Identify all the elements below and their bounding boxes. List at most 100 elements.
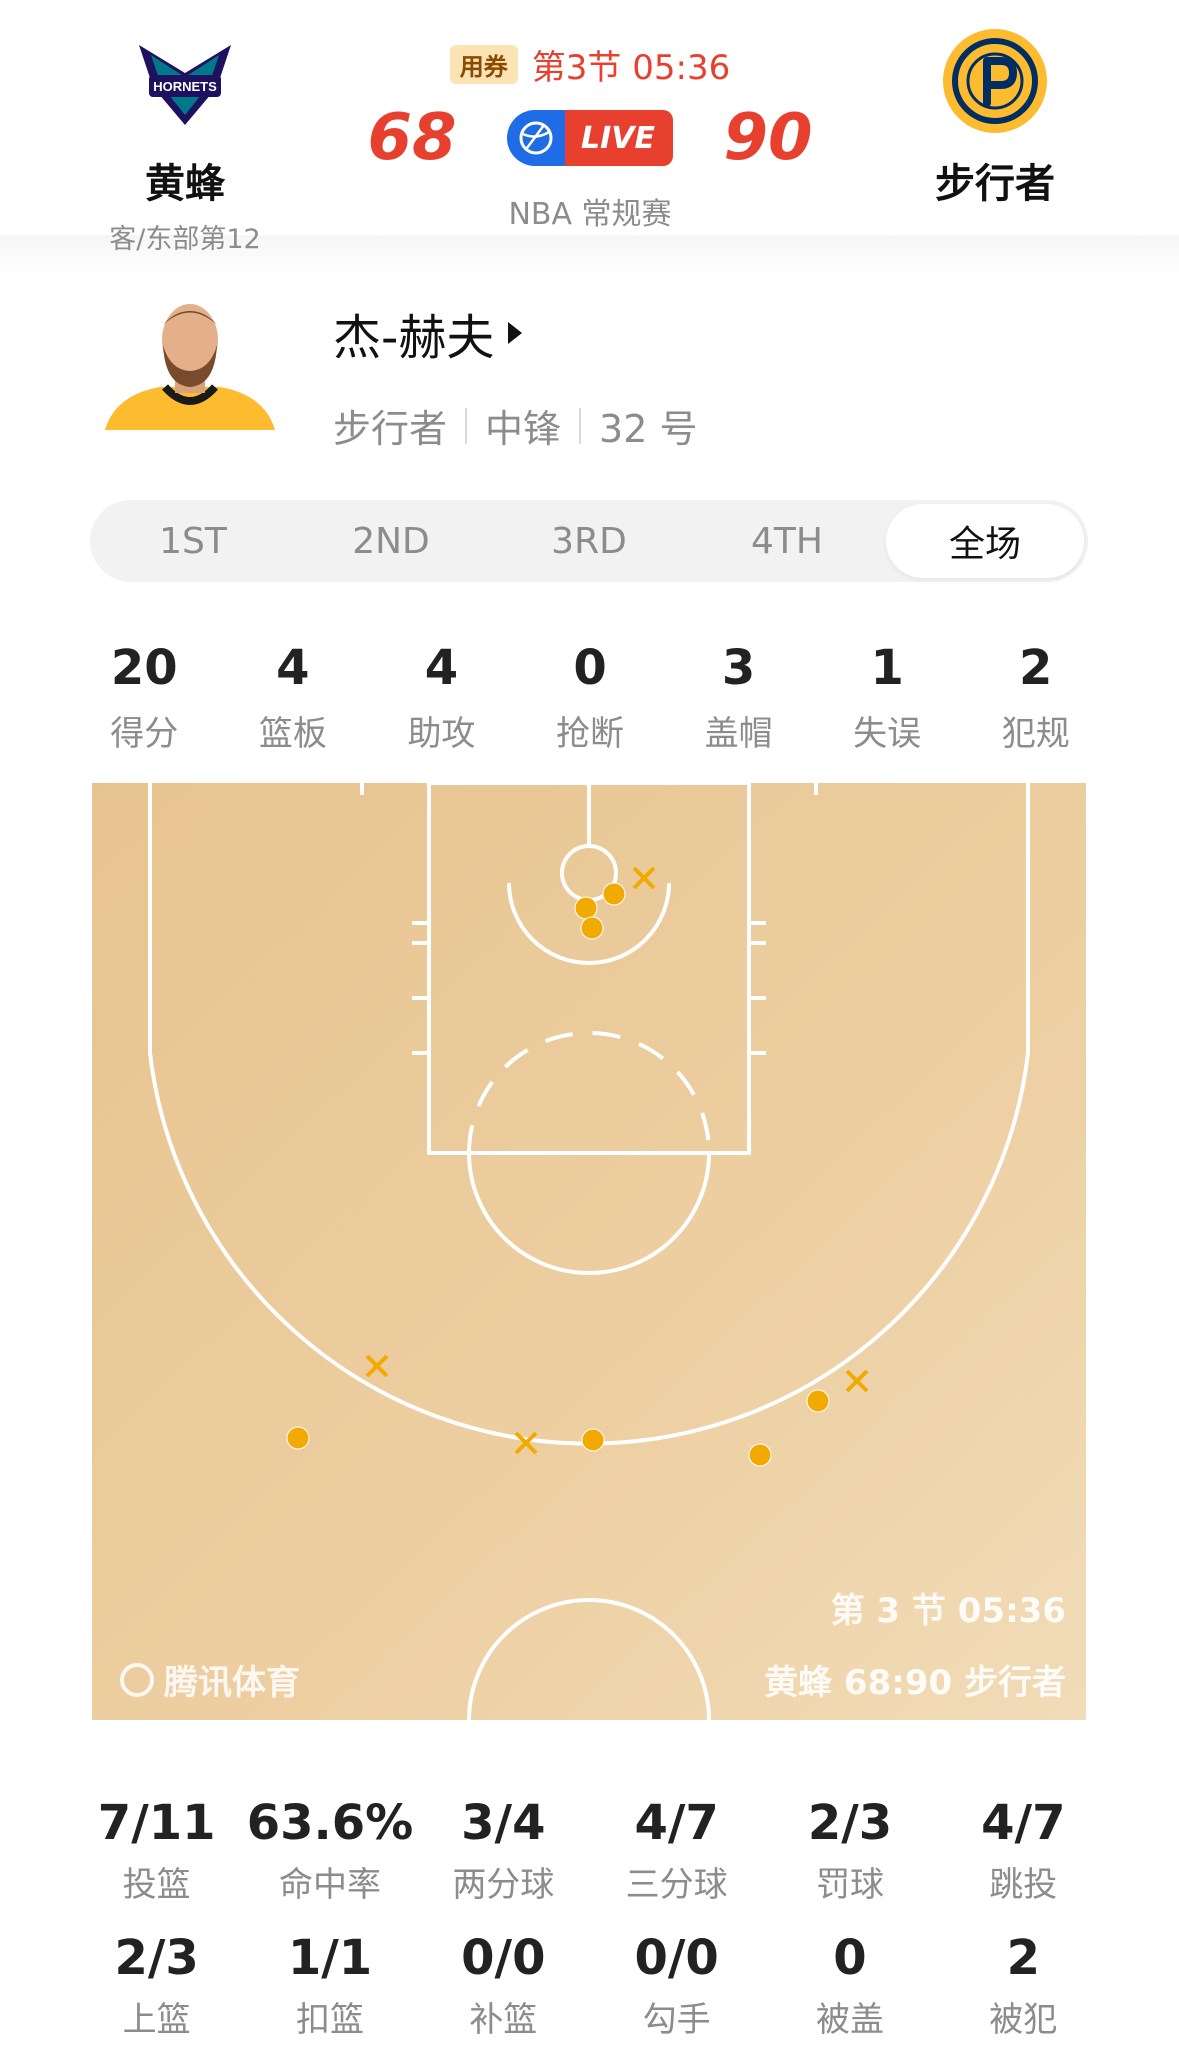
- shot-label: 三分球: [625, 1865, 728, 1905]
- stat-value: 2: [1019, 640, 1053, 696]
- shot-label: 罚球: [815, 1865, 884, 1905]
- shot-value: 2/3: [807, 1795, 893, 1851]
- shot-value: 63.6%: [246, 1795, 414, 1851]
- made-shot-dot[interactable]: [574, 896, 598, 920]
- shot-label: 命中率: [278, 1865, 381, 1905]
- stat-steals: 0 抢断: [516, 640, 665, 755]
- player-team: 步行者: [333, 407, 448, 451]
- svg-text:HORNETS: HORNETS: [153, 79, 217, 94]
- away-team[interactable]: HORNETS 黄蜂 客/东部第12: [65, 25, 305, 256]
- shot-jump-shots: 4/7 跳投: [937, 1795, 1110, 1906]
- shot-label: 跳投: [989, 1865, 1058, 1905]
- shot-blocked: 0 被盖: [763, 1930, 936, 2041]
- tencent-sports-watermark: 腾讯体育: [120, 1655, 300, 1704]
- game-header: HORNETS 黄蜂 客/东部第12 用券 第3节 05:36 68 LIVE …: [0, 0, 1179, 275]
- away-team-name: 黄蜂: [145, 161, 225, 207]
- basketball-icon: [507, 110, 565, 166]
- tab-4th[interactable]: 4TH: [688, 504, 886, 578]
- player-position: 中锋: [485, 407, 562, 451]
- tab-2nd[interactable]: 2ND: [292, 504, 490, 578]
- coupon-badge[interactable]: 用券: [449, 45, 518, 84]
- player-number: 32 号: [599, 407, 698, 451]
- shot-field-goals: 7/11 投篮: [70, 1795, 243, 1906]
- divider: [579, 407, 582, 444]
- game-type: NBA 常规赛: [508, 197, 672, 232]
- shot-percentage: 63.6% 命中率: [243, 1795, 416, 1906]
- pacers-logo-icon: [943, 29, 1047, 133]
- home-team[interactable]: 步行者: [875, 25, 1115, 209]
- home-score: 90: [723, 101, 813, 175]
- shot-label: 被犯: [989, 2000, 1058, 2040]
- shot-chart: 腾讯体育 第 3 节 05:36 黄蜂 68:90 步行者: [92, 781, 1086, 1721]
- shot-label: 两分球: [452, 1865, 555, 1905]
- shot-breakdown-row-1: 7/11 投篮 63.6% 命中率 3/4 两分球 4/7 三分球 2/3 罚球 4/7 跳…: [70, 1795, 1110, 1906]
- stat-label: 篮板: [258, 714, 327, 754]
- shot-layups: 2/3 上篮: [70, 1930, 243, 2041]
- made-shot-dot[interactable]: [581, 1428, 605, 1452]
- shot-value: 3/4: [461, 1795, 546, 1851]
- watermark-time: 第 3 节 05:36: [830, 1591, 1066, 1631]
- stat-label: 犯规: [1001, 714, 1070, 754]
- shot-label: 投篮: [122, 1865, 191, 1905]
- shot-three-pointers: 4/7 三分球: [590, 1795, 763, 1906]
- made-shot-dot[interactable]: [580, 916, 604, 940]
- made-shot-dot[interactable]: [806, 1389, 830, 1413]
- shot-free-throws: 2/3 罚球: [763, 1795, 936, 1906]
- stat-label: 助攻: [407, 714, 476, 754]
- stat-label: 失误: [853, 714, 922, 754]
- stat-label: 抢断: [556, 714, 625, 754]
- made-shot-dot[interactable]: [286, 1426, 310, 1450]
- shot-value: 1/1: [287, 1930, 373, 1986]
- tab-1st[interactable]: 1ST: [94, 504, 292, 578]
- stat-value: 20: [110, 640, 178, 696]
- shot-value: 4/7: [981, 1795, 1066, 1851]
- caret-right-icon: [508, 322, 523, 344]
- stat-value: 0: [573, 640, 607, 696]
- player-stats: 20 得分 4 篮板 4 助攻 0 抢断 3 盖帽 1 失误 2 犯规: [70, 640, 1110, 755]
- shot-label: 补篮: [469, 2000, 538, 2040]
- stat-turnovers: 1 失误: [813, 640, 962, 755]
- shot-two-pointers: 3/4 两分球: [417, 1795, 590, 1906]
- shot-value: 2/3: [114, 1930, 199, 1986]
- stat-value: 4: [424, 640, 459, 696]
- player-name: 杰-赫夫: [333, 310, 495, 366]
- shot-value: 4/7: [634, 1795, 719, 1851]
- stat-value: 3: [721, 640, 756, 696]
- stat-rebounds: 4 篮板: [219, 640, 368, 755]
- shot-putbacks: 0/0 补篮: [417, 1930, 590, 2041]
- tab-full-game[interactable]: 全场: [886, 504, 1084, 578]
- tencent-sports-logo-icon: [120, 1662, 154, 1697]
- home-team-name: 步行者: [935, 161, 1055, 207]
- shot-fouled: 2 被犯: [937, 1930, 1110, 2041]
- shot-value: 2: [1006, 1930, 1040, 1986]
- tab-3rd[interactable]: 3RD: [490, 504, 688, 578]
- divider: [465, 407, 468, 444]
- made-shot-dot[interactable]: [602, 882, 626, 906]
- made-shot-dot[interactable]: [748, 1443, 772, 1467]
- player-avatar: [105, 295, 275, 430]
- stat-points: 20 得分: [70, 640, 219, 755]
- period-tabs: 1ST 2ND 3RD 4TH 全场: [90, 500, 1088, 582]
- shot-value: 7/11: [97, 1795, 216, 1851]
- shot-value: 0/0: [634, 1930, 719, 1986]
- shot-label: 勾手: [642, 2000, 711, 2040]
- watermark-score: 黄蜂 68:90 步行者: [764, 1663, 1066, 1703]
- shot-hook-shots: 0/0 勾手: [590, 1930, 763, 2041]
- stat-label: 得分: [110, 714, 179, 754]
- shot-value: 0/0: [461, 1930, 546, 1986]
- player-name-link[interactable]: 杰-赫夫: [333, 298, 523, 368]
- stat-value: 1: [870, 640, 904, 696]
- live-button[interactable]: LIVE: [507, 110, 673, 166]
- court-svg: [92, 781, 1086, 1721]
- away-score: 68: [367, 101, 457, 175]
- shot-label: 被盖: [815, 2000, 884, 2040]
- scoreboard: 用券 第3节 05:36 68 LIVE 90 NBA 常规赛: [340, 40, 840, 233]
- shot-label: 上篮: [122, 2000, 191, 2040]
- stat-assists: 4 助攻: [367, 640, 516, 755]
- player-meta: 步行者 中锋 32 号: [333, 398, 697, 453]
- stat-fouls: 2 犯规: [961, 640, 1110, 755]
- shot-value: 0: [833, 1930, 867, 1986]
- hornets-logo-icon: HORNETS: [139, 45, 231, 125]
- watermark-brand: 腾讯体育: [164, 1663, 300, 1703]
- stat-blocks: 3 盖帽: [664, 640, 813, 755]
